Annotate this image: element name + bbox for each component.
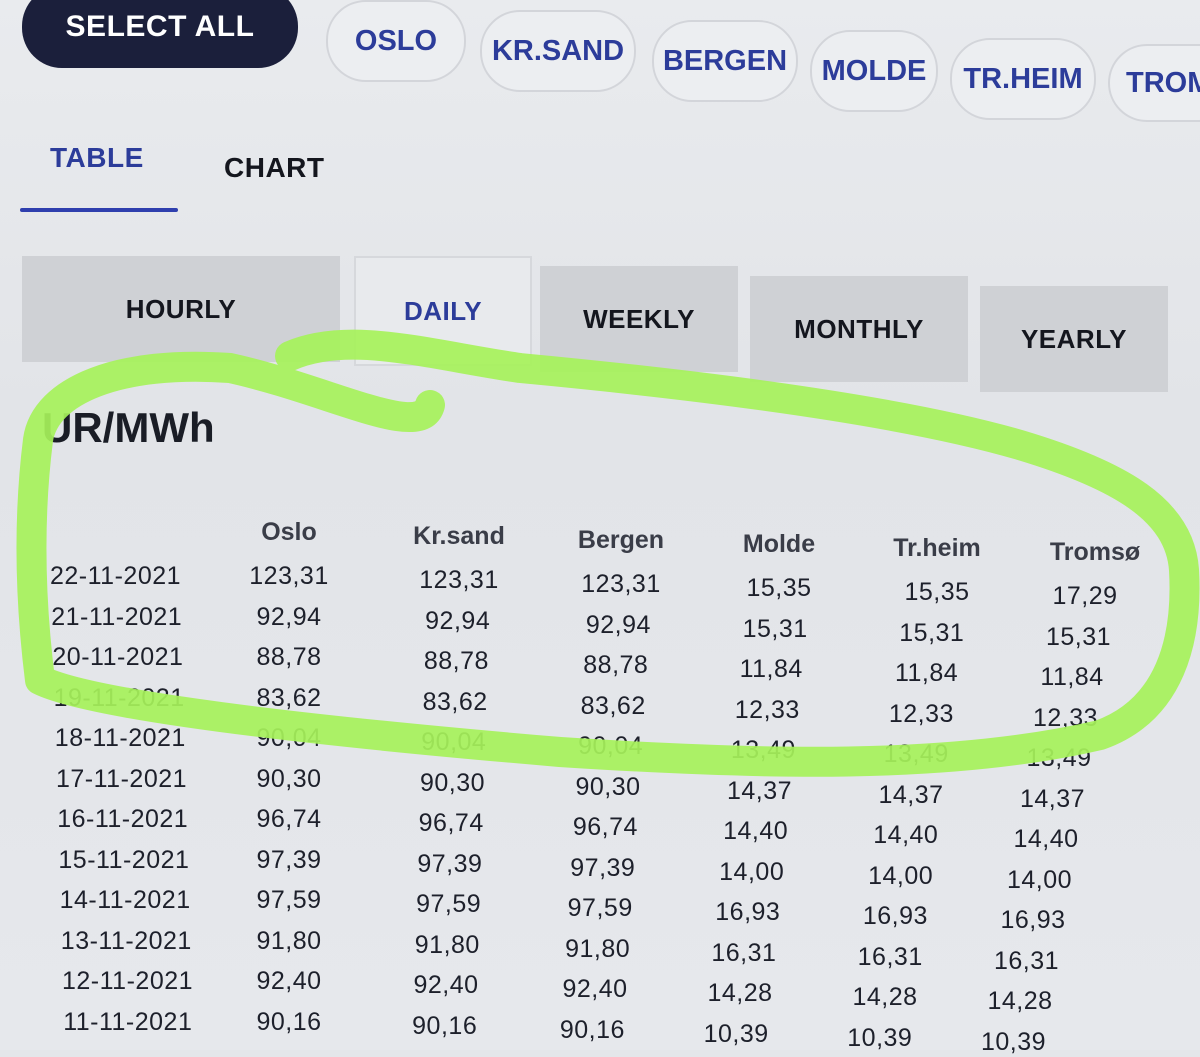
column-header-krsand: Kr.sand <box>413 522 505 550</box>
cell-oslo: 91,80 <box>256 926 322 955</box>
area-pill-molde[interactable]: MOLDE <box>810 30 938 112</box>
cell-bergen: 97,39 <box>570 853 636 882</box>
cell-molde: 11,84 <box>739 655 803 683</box>
price-table-screen: SELECT ALL OSLO KR.SAND BERGEN MOLDE TR.… <box>0 0 1200 1056</box>
cell-molde: 16,93 <box>715 898 781 926</box>
select-all-button[interactable]: SELECT ALL <box>22 0 298 68</box>
cell-tromso: 10,39 <box>980 1027 1047 1056</box>
cell-oslo: 92,94 <box>256 602 322 631</box>
table-row: 19-11-2021 83,62 83,62 83,62 12,33 12,33 12,33 <box>0 683 1200 732</box>
cell-bergen: 97,59 <box>567 894 633 922</box>
cell-molde: 14,28 <box>707 979 773 1007</box>
table-row: 15-11-2021 97,39 97,39 97,39 14,00 14,00 14,00 <box>0 845 1200 894</box>
cell-oslo: 97,39 <box>256 845 322 874</box>
row-date: 17-11-2021 <box>56 764 188 793</box>
area-pill-oslo[interactable]: OSLO <box>326 0 466 82</box>
cell-molde: 14,00 <box>719 857 785 886</box>
cell-oslo: 90,16 <box>256 1007 322 1036</box>
table-row: 17-11-2021 90,30 90,30 90,30 14,37 14,37 14,37 <box>0 764 1200 813</box>
cell-trheim: 10,39 <box>847 1023 913 1052</box>
area-pill-trheim[interactable]: TR.HEIM <box>950 38 1096 120</box>
table-row: 18-11-2021 90,04 90,04 90,04 13,49 13,49 13,49 <box>0 724 1200 772</box>
row-date: 19-11-2021 <box>53 683 185 712</box>
row-date: 13-11-2021 <box>60 926 192 955</box>
cell-krsand: 90,16 <box>412 1011 478 1040</box>
cell-bergen: 88,78 <box>583 651 649 679</box>
cell-krsand: 90,04 <box>421 728 487 756</box>
cell-molde: 12,33 <box>734 695 800 724</box>
cell-krsand: 92,40 <box>413 971 479 999</box>
table-row: 13-11-2021 91,80 91,80 91,80 16,31 16,31 16,31 <box>0 926 1200 975</box>
cell-oslo: 97,59 <box>256 886 322 914</box>
table-row: 11-11-2021 90,16 90,16 90,16 10,39 10,39 10,39 <box>0 1007 1200 1056</box>
cell-oslo: 83,62 <box>256 683 322 712</box>
cell-krsand: 88,78 <box>423 647 489 675</box>
row-date: 22-11-2021 <box>50 562 182 590</box>
cell-oslo: 96,74 <box>256 805 322 833</box>
tab-chart[interactable]: CHART <box>224 152 325 184</box>
cell-bergen: 123,31 <box>581 570 661 598</box>
area-pill-krsand[interactable]: KR.SAND <box>480 10 636 92</box>
tab-table[interactable]: TABLE <box>50 142 144 174</box>
row-date: 12-11-2021 <box>62 967 194 995</box>
table-row: 12-11-2021 92,40 92,40 92,40 14,28 14,28 14,28 <box>0 967 1200 1015</box>
row-date: 21-11-2021 <box>51 602 183 631</box>
cell-bergen: 90,30 <box>575 772 641 801</box>
table-row: 16-11-2021 96,74 96,74 96,74 14,40 14,40 14,40 <box>0 805 1200 853</box>
period-monthly-button[interactable]: MONTHLY <box>750 276 968 382</box>
cell-bergen: 92,40 <box>562 975 628 1003</box>
cell-oslo: 88,78 <box>256 643 322 671</box>
cell-molde: 15,31 <box>742 614 808 643</box>
cell-krsand: 97,39 <box>417 849 483 878</box>
cell-bergen: 92,94 <box>585 610 651 639</box>
row-date: 20-11-2021 <box>52 643 184 671</box>
cell-bergen: 90,16 <box>559 1015 625 1044</box>
period-yearly-button[interactable]: YEARLY <box>980 286 1168 392</box>
cell-bergen: 91,80 <box>565 934 631 963</box>
cell-krsand: 91,80 <box>414 930 480 959</box>
cell-bergen: 83,62 <box>580 691 646 720</box>
period-hourly-button[interactable]: HOURLY <box>22 256 340 362</box>
column-header-molde: Molde <box>742 530 816 558</box>
cell-krsand: 96,74 <box>418 809 484 837</box>
column-header-trheim: Tr.heim <box>893 534 981 562</box>
table-row: 22-11-2021 123,31 123,31 123,31 15,35 15,35 17… <box>0 562 1200 610</box>
cell-krsand: 92,94 <box>425 606 491 635</box>
column-header-bergen: Bergen <box>577 526 665 554</box>
table-row: 14-11-2021 97,59 97,59 97,59 16,93 16,93 16,93 <box>0 886 1200 934</box>
period-weekly-button[interactable]: WEEKLY <box>540 266 738 372</box>
cell-krsand: 90,30 <box>419 768 486 797</box>
active-tab-indicator <box>20 208 178 212</box>
cell-oslo: 90,04 <box>256 724 322 752</box>
row-date: 11-11-2021 <box>63 1007 193 1036</box>
row-date: 18-11-2021 <box>54 724 186 752</box>
cell-oslo: 90,30 <box>256 764 322 793</box>
table-row: 20-11-2021 88,78 88,78 88,78 11,84 11,84 11,84 <box>0 643 1200 691</box>
column-header-oslo: Oslo <box>261 518 317 546</box>
cell-krsand: 83,62 <box>422 687 488 716</box>
cell-bergen: 90,04 <box>578 732 644 760</box>
cell-molde: 16,31 <box>711 938 777 967</box>
cell-molde: 14,37 <box>726 776 793 805</box>
cell-molde: 13,49 <box>730 736 796 764</box>
area-pill-tromso[interactable]: TROMS <box>1108 44 1200 122</box>
table-row: 21-11-2021 92,94 92,94 92,94 15,31 15,31 15,31 <box>0 602 1200 651</box>
area-pill-bergen[interactable]: BERGEN <box>652 20 798 102</box>
cell-bergen: 96,74 <box>572 813 638 841</box>
period-daily-button[interactable]: DAILY <box>354 256 532 366</box>
cell-molde: 15,35 <box>746 574 812 602</box>
area-filter-bar: SELECT ALL OSLO KR.SAND BERGEN MOLDE TR.… <box>0 0 1200 122</box>
unit-label: UR/MWh <box>42 404 215 451</box>
row-date: 16-11-2021 <box>57 805 189 833</box>
cell-krsand: 97,59 <box>416 890 482 918</box>
row-date: 14-11-2021 <box>59 886 191 914</box>
cell-molde: 10,39 <box>703 1019 769 1048</box>
cell-molde: 14,40 <box>723 817 789 845</box>
cell-krsand: 123,31 <box>419 566 499 594</box>
cell-oslo: 123,31 <box>249 562 329 590</box>
row-date: 15-11-2021 <box>58 845 190 874</box>
cell-oslo: 92,40 <box>256 967 322 995</box>
